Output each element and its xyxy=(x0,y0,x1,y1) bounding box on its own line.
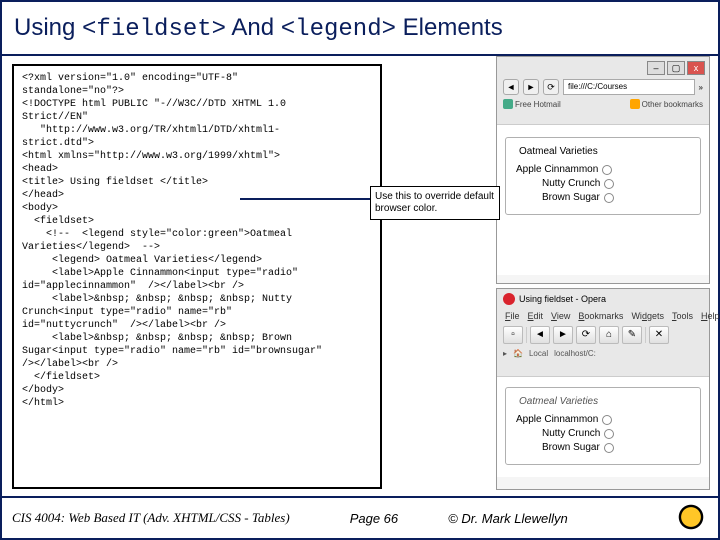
home-icon: 🏠 xyxy=(513,349,523,358)
status-local: Local xyxy=(529,349,548,358)
title-suffix: Elements xyxy=(396,14,503,41)
reload-button[interactable]: ⟳ xyxy=(576,326,596,344)
forward-button[interactable]: ► xyxy=(553,326,573,344)
slide-container: Using <fieldset> And <legend> Elements <… xyxy=(0,0,720,540)
ucf-logo-icon xyxy=(674,500,708,534)
reload-button[interactable]: ⟳ xyxy=(543,79,559,95)
window-controls: – ▢ x xyxy=(647,61,705,75)
code-listing: <?xml version="1.0" encoding="UTF-8" sta… xyxy=(12,64,382,489)
opera-menu-bar: File Edit View Bookmarks Widgets Tools H… xyxy=(497,309,709,323)
radio-option: Nutty Crunch xyxy=(516,178,690,189)
new-tab-button[interactable]: ▫ xyxy=(503,326,523,344)
callout-box: Use this to override default browser col… xyxy=(370,186,500,220)
back-button[interactable]: ◄ xyxy=(503,79,519,95)
stop-button[interactable]: ✕ xyxy=(649,326,669,344)
rendered-legend: Oatmeal Varieties xyxy=(516,146,601,157)
opera-status-bar: ▸ 🏠 Local localhost/C: xyxy=(497,347,709,360)
forward-button[interactable]: ► xyxy=(523,79,539,95)
radio-option: Apple Cinnammon xyxy=(516,414,690,425)
bookmarks-chevron-icon[interactable]: » xyxy=(699,83,703,92)
radio-option: Apple Cinnammon xyxy=(516,164,690,175)
bookmark-label: Free Hotmail xyxy=(515,100,561,109)
title-mid: And xyxy=(226,14,281,41)
title-prefix: Using xyxy=(14,14,82,41)
radio-input[interactable] xyxy=(604,443,614,453)
toolbar-separator xyxy=(526,327,527,343)
opera-titlebar: Using fieldset - Opera xyxy=(497,289,709,309)
bookmark-label: Other bookmarks xyxy=(642,100,703,109)
expand-icon[interactable]: ▸ xyxy=(503,349,507,358)
radio-input[interactable] xyxy=(604,429,614,439)
menu-widgets[interactable]: Widgets xyxy=(631,311,664,321)
radio-input[interactable] xyxy=(602,415,612,425)
footer-course: CIS 4004: Web Based IT (Adv. XHTML/CSS -… xyxy=(12,510,290,526)
opera-button-bar: ▫ ◄ ► ⟳ ⌂ ✎ ✕ xyxy=(497,323,709,347)
browser-viewport: Oatmeal Varieties Apple Cinnammon Nutty … xyxy=(497,125,709,275)
bookmarks-bar: Free Hotmail Other bookmarks xyxy=(497,97,709,111)
radio-option: Nutty Crunch xyxy=(516,428,690,439)
menu-help[interactable]: Help xyxy=(701,311,720,321)
folder-icon xyxy=(630,99,640,109)
slide-content: <?xml version="1.0" encoding="UTF-8" sta… xyxy=(2,56,718,496)
menu-edit[interactable]: Edit xyxy=(528,311,544,321)
title-text: Using <fieldset> And <legend> Elements xyxy=(14,14,503,43)
radio-input[interactable] xyxy=(604,193,614,203)
bookmark-icon xyxy=(503,99,513,109)
status-path: localhost/C: xyxy=(554,349,596,358)
menu-file[interactable]: File xyxy=(505,311,520,321)
bookmark-item[interactable]: Other bookmarks xyxy=(630,99,703,109)
back-button[interactable]: ◄ xyxy=(530,326,550,344)
radio-option: Brown Sugar xyxy=(516,192,690,203)
rendered-fieldset: Oatmeal Varieties Apple Cinnammon Nutty … xyxy=(505,387,701,465)
wand-button[interactable]: ✎ xyxy=(622,326,642,344)
minimize-button[interactable]: – xyxy=(647,61,665,75)
browser-chrome-screenshot: – ▢ x ◄ ► ⟳ file:///C:/Courses » Free Ho… xyxy=(496,56,710,284)
option-label: Apple Cinnammon xyxy=(516,164,598,175)
title-code-legend: <legend> xyxy=(281,16,396,43)
radio-input[interactable] xyxy=(604,179,614,189)
option-label: Apple Cinnammon xyxy=(516,414,598,425)
opera-toolbar: Using fieldset - Opera File Edit View Bo… xyxy=(497,289,709,377)
opera-logo-icon xyxy=(503,293,515,305)
menu-bookmarks[interactable]: Bookmarks xyxy=(578,311,623,321)
opera-window-title: Using fieldset - Opera xyxy=(519,294,606,304)
opera-viewport: Oatmeal Varieties Apple Cinnammon Nutty … xyxy=(497,377,709,477)
menu-view[interactable]: View xyxy=(551,311,570,321)
address-bar[interactable]: file:///C:/Courses xyxy=(563,79,695,95)
maximize-button[interactable]: ▢ xyxy=(667,61,685,75)
option-label: Brown Sugar xyxy=(542,442,600,453)
footer-copyright: © Dr. Mark Llewellyn xyxy=(448,511,568,526)
title-code-fieldset: <fieldset> xyxy=(82,16,226,43)
bookmark-item[interactable]: Free Hotmail xyxy=(503,99,561,109)
slide-title: Using <fieldset> And <legend> Elements xyxy=(2,2,718,56)
radio-input[interactable] xyxy=(602,165,612,175)
footer-page: Page 66 xyxy=(350,511,398,526)
toolbar-separator xyxy=(645,327,646,343)
rendered-fieldset: Oatmeal Varieties Apple Cinnammon Nutty … xyxy=(505,137,701,215)
home-button[interactable]: ⌂ xyxy=(599,326,619,344)
option-label: Nutty Crunch xyxy=(542,428,600,439)
browser-opera-screenshot: Using fieldset - Opera File Edit View Bo… xyxy=(496,288,710,490)
callout-arrow xyxy=(240,198,370,200)
menu-tools[interactable]: Tools xyxy=(672,311,693,321)
rendered-legend: Oatmeal Varieties xyxy=(516,396,601,407)
option-label: Brown Sugar xyxy=(542,192,600,203)
close-button[interactable]: x xyxy=(687,61,705,75)
radio-option: Brown Sugar xyxy=(516,442,690,453)
slide-footer: CIS 4004: Web Based IT (Adv. XHTML/CSS -… xyxy=(2,496,718,538)
option-label: Nutty Crunch xyxy=(542,178,600,189)
